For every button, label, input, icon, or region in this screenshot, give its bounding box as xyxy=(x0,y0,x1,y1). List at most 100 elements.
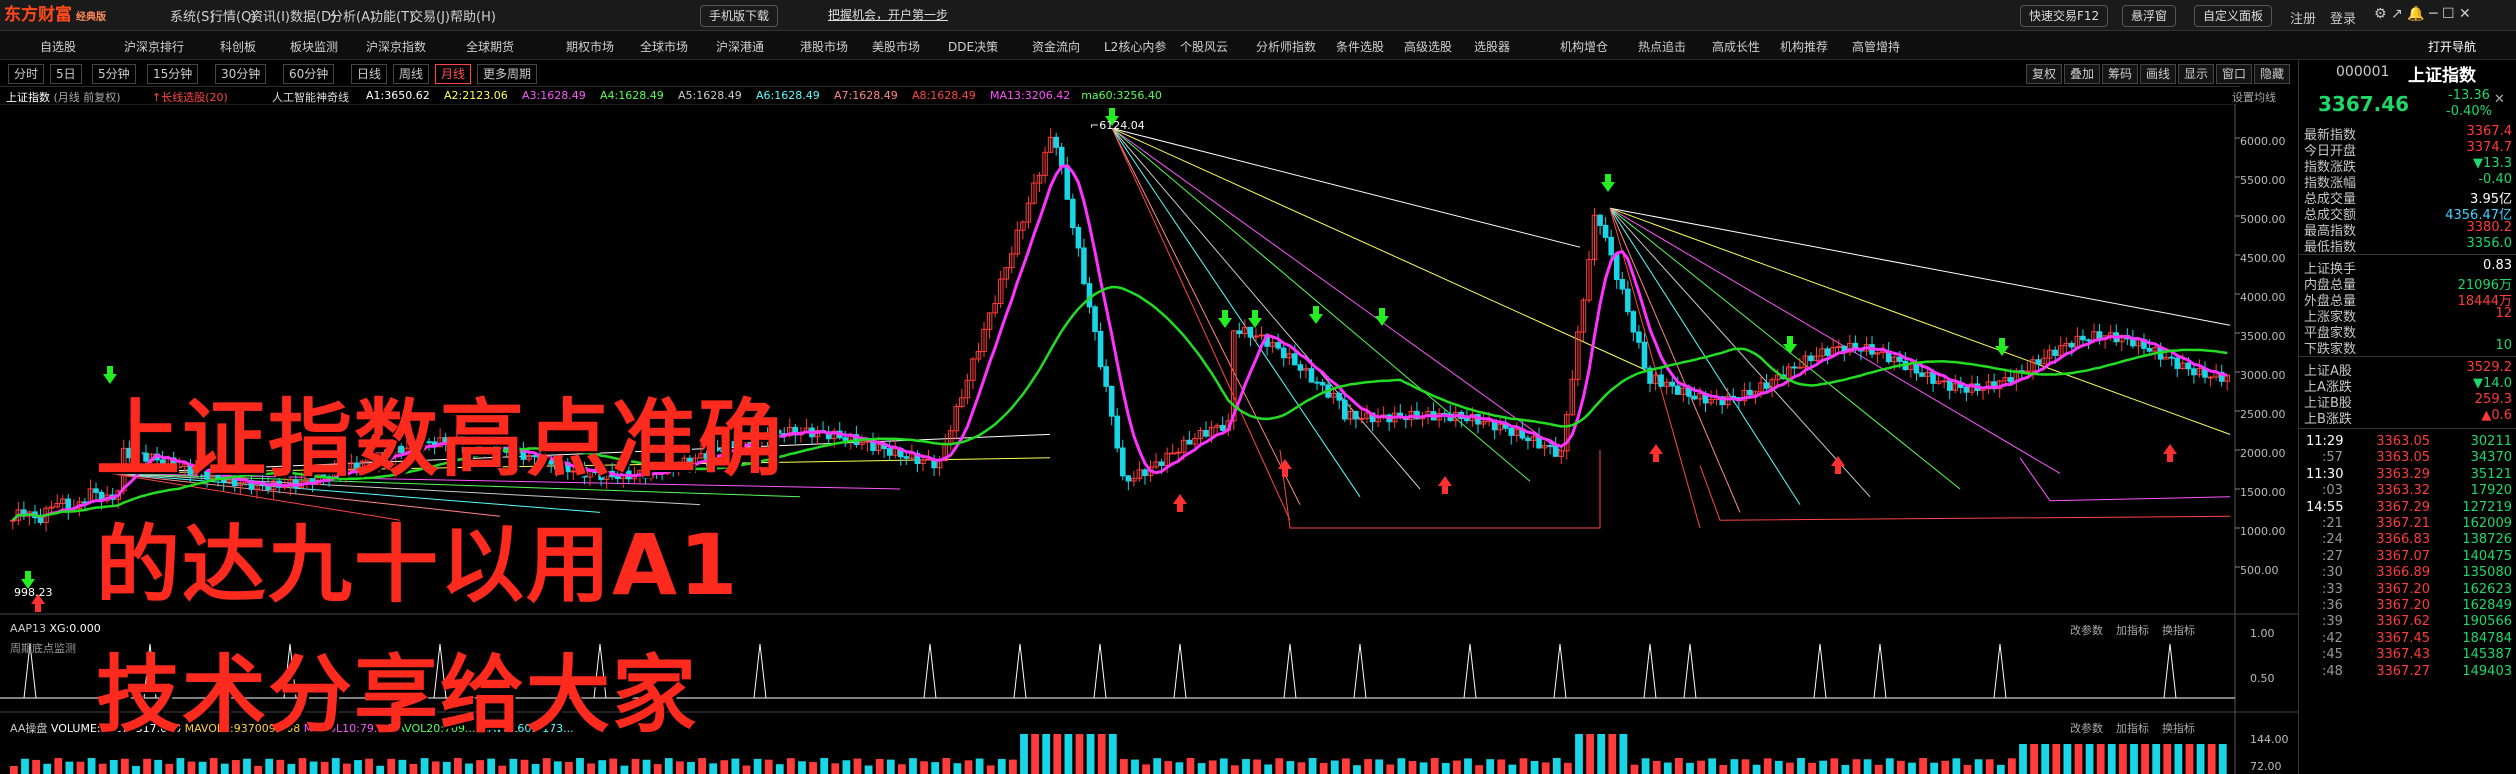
period-tab[interactable]: 日线 xyxy=(351,64,388,84)
nav-item[interactable]: 机构推荐 xyxy=(1780,38,1828,55)
nav-item[interactable]: 资金流向 xyxy=(1032,38,1080,55)
custom-panel-button[interactable]: 自定义面板 xyxy=(2194,5,2273,27)
period-tab[interactable]: 5分钟 xyxy=(92,64,136,84)
tick-volume[interactable]: 190566 xyxy=(2440,614,2512,629)
tick-price[interactable]: 3367.29 xyxy=(2360,500,2430,515)
tick-volume[interactable]: 138726 xyxy=(2440,532,2512,547)
stat-value[interactable]: 3529.2 xyxy=(2440,360,2513,375)
price-axis-label[interactable]: 1500.00 xyxy=(2240,486,2286,499)
indicator-value[interactable]: ma60:3256.40 xyxy=(1081,89,1162,102)
tick-time[interactable]: :42 xyxy=(2306,631,2343,646)
period-tab[interactable]: 30分钟 xyxy=(215,64,267,84)
mobile-download-button[interactable]: 手机版下载 xyxy=(700,5,779,27)
tick-time[interactable]: 14:55 xyxy=(2306,500,2343,515)
sub2-edit-params[interactable]: 改参数 xyxy=(2070,720,2103,736)
toolbar-button[interactable]: 叠加 xyxy=(2064,64,2101,84)
price-axis-label[interactable]: 4500.00 xyxy=(2240,252,2286,265)
price-axis-label[interactable]: 500.00 xyxy=(2240,564,2279,577)
tick-price[interactable]: 3363.32 xyxy=(2360,483,2430,498)
sub1-switch-indicator[interactable]: 换指标 xyxy=(2162,622,2195,638)
tick-volume[interactable]: 17920 xyxy=(2440,483,2512,498)
period-tab[interactable]: 5日 xyxy=(50,64,82,84)
nav-item[interactable]: DDE决策 xyxy=(948,38,998,55)
tick-time[interactable]: :57 xyxy=(2306,450,2343,465)
tick-volume[interactable]: 34370 xyxy=(2440,450,2512,465)
tick-volume[interactable]: 145387 xyxy=(2440,647,2512,662)
indicator-value[interactable]: A5:1628.49 xyxy=(678,89,742,102)
menu-item[interactable]: 帮助(H) xyxy=(450,6,496,25)
stat-value[interactable]: ▲0.6 xyxy=(2440,408,2512,423)
tick-price[interactable]: 3363.05 xyxy=(2360,434,2430,449)
stat-value[interactable]: ▼14.0 xyxy=(2440,376,2512,391)
toolbar-button[interactable]: 窗口 xyxy=(2216,64,2253,84)
indicator-value[interactable]: A7:1628.49 xyxy=(834,89,898,102)
indicator-long-line[interactable]: ↑长线选股(20) xyxy=(152,89,228,105)
tick-time[interactable]: :48 xyxy=(2306,664,2343,679)
indicator-value[interactable]: MA13:3206.42 xyxy=(990,89,1070,102)
period-tab[interactable]: 周线 xyxy=(393,64,430,84)
sub2-switch-indicator[interactable]: 换指标 xyxy=(2162,720,2195,736)
indicator-value[interactable]: A3:1628.49 xyxy=(522,89,586,102)
indicator-value[interactable]: A8:1628.49 xyxy=(912,89,976,102)
stat-value[interactable]: 3367.4 xyxy=(2440,124,2513,139)
stat-value[interactable]: 3356.0 xyxy=(2440,236,2513,251)
nav-item[interactable]: 期权市场 xyxy=(566,38,614,55)
menu-item[interactable]: 系统(S) xyxy=(170,6,214,25)
ma-settings-button[interactable]: 设置均线 xyxy=(2232,89,2276,105)
menu-item[interactable]: 分析(A) xyxy=(330,6,375,25)
nav-item[interactable]: 机构增仓 xyxy=(1560,38,1608,55)
toolbar-button[interactable]: 隐藏 xyxy=(2254,64,2291,84)
window-controls[interactable]: ⚙ ↗ 🔔 ─ ☐ ✕ xyxy=(2374,6,2471,22)
nav-item[interactable]: L2核心内参 xyxy=(1104,38,1166,55)
price-axis-label[interactable]: 6000.00 xyxy=(2240,135,2286,148)
price-axis-label[interactable]: 5500.00 xyxy=(2240,174,2286,187)
toolbar-button[interactable]: 画线 xyxy=(2140,64,2177,84)
price-axis-label[interactable]: 4000.00 xyxy=(2240,291,2286,304)
stat-value[interactable]: 10 xyxy=(2440,338,2512,353)
price-axis-label[interactable]: 3000.00 xyxy=(2240,369,2286,382)
tick-volume[interactable]: 184784 xyxy=(2440,631,2512,646)
sub2-add-indicator[interactable]: 加指标 xyxy=(2116,720,2149,736)
price-axis-label[interactable]: 3500.00 xyxy=(2240,330,2286,343)
tick-volume[interactable]: 135080 xyxy=(2440,565,2512,580)
tick-price[interactable]: 3363.05 xyxy=(2360,450,2430,465)
nav-item[interactable]: 全球市场 xyxy=(640,38,688,55)
stat-label[interactable]: 最低指数 xyxy=(2304,236,2356,255)
price-axis-label[interactable]: 1000.00 xyxy=(2240,525,2286,538)
tick-volume[interactable]: 127219 xyxy=(2440,500,2512,515)
tick-time[interactable]: :30 xyxy=(2306,565,2343,580)
stat-value[interactable]: 12 xyxy=(2440,306,2512,321)
toolbar-button[interactable]: 筹码 xyxy=(2102,64,2139,84)
tick-volume[interactable]: 30211 xyxy=(2440,434,2512,449)
nav-item[interactable]: 自选股 xyxy=(40,38,76,55)
tick-price[interactable]: 3363.29 xyxy=(2360,467,2430,482)
stat-value[interactable]: 3374.7 xyxy=(2440,140,2513,155)
price-axis-label[interactable]: 2000.00 xyxy=(2240,447,2286,460)
tick-price[interactable]: 3367.45 xyxy=(2360,631,2430,646)
tick-volume[interactable]: 35121 xyxy=(2440,467,2512,482)
stat-value[interactable]: 3380.2 xyxy=(2440,220,2513,235)
nav-item[interactable]: 条件选股 xyxy=(1336,38,1384,55)
indicator-value[interactable]: A6:1628.49 xyxy=(756,89,820,102)
tick-price[interactable]: 3366.83 xyxy=(2360,532,2430,547)
period-tab[interactable]: 分时 xyxy=(8,64,45,84)
tick-volume[interactable]: 162009 xyxy=(2440,516,2512,531)
indicator-value[interactable]: A4:1628.49 xyxy=(600,89,664,102)
register-link[interactable]: 注册 xyxy=(2290,8,2316,27)
tick-time[interactable]: 11:29 xyxy=(2306,434,2343,449)
nav-item[interactable]: 高管增持 xyxy=(1852,38,1900,55)
tick-price[interactable]: 3367.43 xyxy=(2360,647,2430,662)
tick-time[interactable]: 11:30 xyxy=(2306,467,2343,482)
tick-time[interactable]: :39 xyxy=(2306,614,2343,629)
tick-volume[interactable]: 140475 xyxy=(2440,549,2512,564)
tick-price[interactable]: 3367.20 xyxy=(2360,582,2430,597)
tick-time[interactable]: :03 xyxy=(2306,483,2343,498)
tick-time[interactable]: :21 xyxy=(2306,516,2343,531)
stat-value[interactable]: ▼13.3 xyxy=(2440,156,2512,171)
tick-time[interactable]: :27 xyxy=(2306,549,2343,564)
open-nav-link[interactable]: 打开导航 xyxy=(2428,38,2476,55)
nav-item[interactable]: 选股器 xyxy=(1474,38,1510,55)
nav-item[interactable]: 全球期货 xyxy=(466,38,514,55)
tick-price[interactable]: 3367.20 xyxy=(2360,598,2430,613)
menu-item[interactable]: 功能(T) xyxy=(370,6,414,25)
